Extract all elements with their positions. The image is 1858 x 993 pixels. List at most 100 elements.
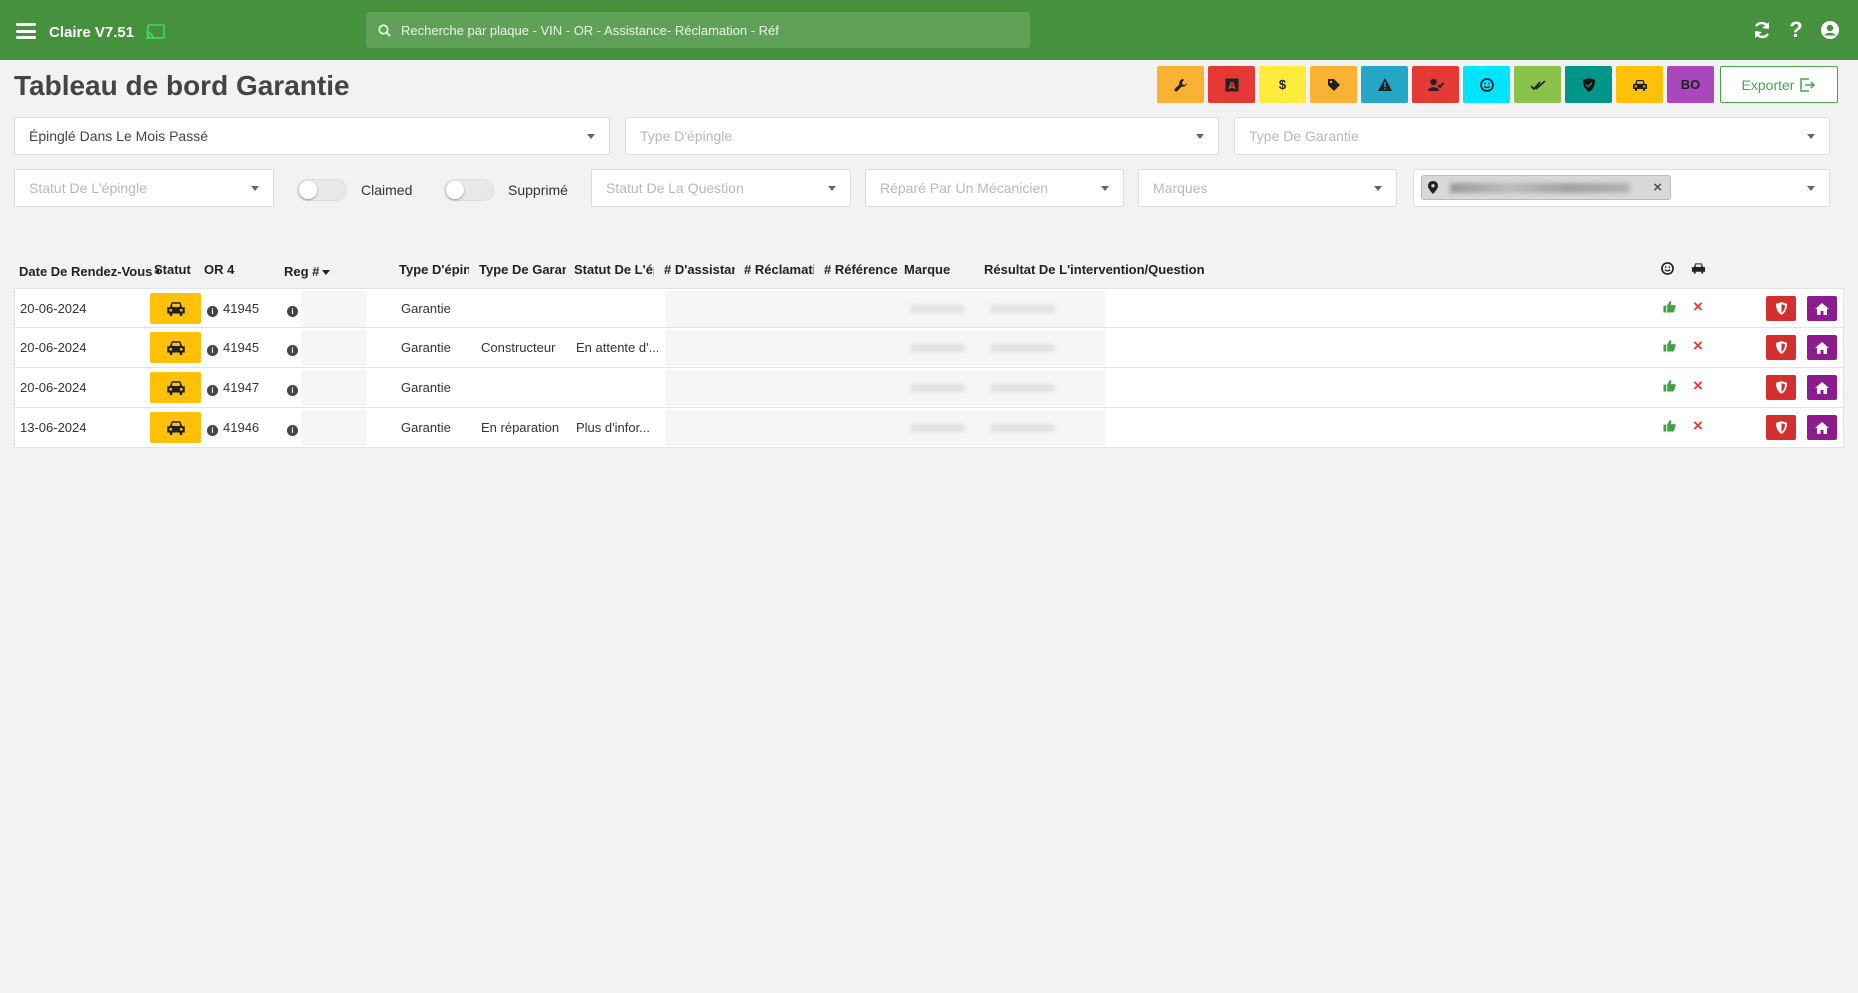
double-check-filter-button[interactable] (1514, 66, 1561, 103)
dollar-filter-button[interactable]: $ (1259, 66, 1306, 103)
info-icon[interactable]: i (207, 385, 218, 396)
chevron-down-icon (1807, 186, 1815, 191)
status-badge[interactable] (150, 412, 201, 443)
pin-type-select[interactable]: Type D'épingle (625, 117, 1219, 155)
bo-filter-button[interactable]: BO (1667, 66, 1714, 103)
warranty-type-placeholder: Type De Garantie (1249, 128, 1359, 144)
car-filter-button[interactable] (1616, 66, 1663, 103)
info-icon[interactable]: i (287, 306, 298, 317)
close-icon[interactable]: × (1693, 336, 1703, 356)
status-badge[interactable] (150, 332, 201, 363)
user-account-icon[interactable] (1820, 20, 1840, 40)
shield-filter-button[interactable] (1565, 66, 1612, 103)
warranty-shield-button[interactable] (1766, 415, 1796, 440)
car-icon (1632, 79, 1647, 91)
warranty-shield-button[interactable] (1766, 375, 1796, 400)
col-pin-status-header[interactable]: Statut De L'épingle (574, 262, 654, 277)
status-badge[interactable] (150, 372, 201, 403)
warning-icon (1377, 78, 1392, 91)
table-row[interactable]: 20-06-2024 i 41945 i Garantie Constructeu… (14, 328, 1844, 368)
question-status-select[interactable]: Statut De La Question (591, 169, 851, 207)
info-icon[interactable]: i (207, 425, 218, 436)
cell-or[interactable]: i 41945 (207, 340, 259, 356)
export-button[interactable]: Exporter (1720, 66, 1838, 103)
table-body: 20-06-2024 i 41945 i Garantie × 20-06-202… (14, 288, 1844, 448)
close-icon[interactable]: × (1693, 297, 1703, 317)
search-icon (378, 23, 391, 37)
help-icon[interactable]: ? (1786, 17, 1806, 42)
col-result-header[interactable]: Résultat De L'intervention/Question (984, 262, 1224, 277)
cell-pin-type: Garantie (401, 301, 451, 316)
hamburger-menu-icon[interactable] (16, 23, 36, 39)
dollar-icon: $ (1278, 77, 1287, 92)
home-icon (1815, 381, 1829, 394)
thumbs-up-icon[interactable] (1663, 339, 1676, 355)
info-icon[interactable]: i (287, 425, 298, 436)
col-assistance-header[interactable]: # D'assistance (664, 262, 735, 277)
col-reference-header[interactable]: # Référence (824, 262, 904, 277)
col-warranty-type-header[interactable]: Type De Garantie (479, 262, 566, 277)
thumbs-up-icon[interactable] (1663, 379, 1676, 395)
close-icon[interactable]: × (1693, 376, 1703, 396)
thumbs-up-icon[interactable] (1663, 419, 1676, 435)
table-row[interactable]: 20-06-2024 i 41947 i Garantie × (14, 368, 1844, 408)
home-button[interactable] (1807, 335, 1837, 360)
table-row[interactable]: 13-06-2024 i 41946 i Garantie En réparati… (14, 408, 1844, 448)
claimed-toggle[interactable] (297, 179, 347, 201)
result-redacted (990, 424, 1055, 432)
col-pin-type-header[interactable]: Type D'épingle (399, 262, 469, 277)
letter-a-filter-button[interactable]: A (1208, 66, 1255, 103)
brands-select[interactable]: Marques (1138, 169, 1397, 207)
status-badge[interactable] (150, 293, 201, 324)
warranty-shield-button[interactable] (1766, 335, 1796, 360)
home-icon (1815, 421, 1829, 434)
info-icon[interactable]: i (207, 306, 218, 317)
refresh-icon[interactable] (1752, 20, 1772, 40)
home-button[interactable] (1807, 375, 1837, 400)
cast-icon[interactable] (145, 24, 165, 40)
info-icon[interactable]: i (287, 385, 298, 396)
thumbs-up-icon[interactable] (1663, 300, 1676, 316)
warranty-shield-button[interactable] (1766, 296, 1796, 321)
sort-desc-icon (322, 270, 331, 276)
cell-or[interactable]: i 41946 (207, 420, 259, 436)
wrench-filter-button[interactable] (1157, 66, 1204, 103)
smiley-filter-button[interactable] (1463, 66, 1510, 103)
car-icon (166, 341, 185, 355)
repaired-by-select[interactable]: Réparé Par Un Mécanicien (865, 169, 1124, 207)
deleted-toggle[interactable] (444, 179, 494, 201)
info-icon[interactable]: i (287, 345, 298, 356)
pinned-period-value: Épinglé Dans Le Mois Passé (29, 128, 208, 144)
col-status-header[interactable]: Statut (154, 262, 194, 277)
car-icon (1691, 263, 1706, 274)
user-check-filter-button[interactable] (1412, 66, 1459, 103)
col-claim-header[interactable]: # Réclamation (744, 262, 814, 277)
col-or-header[interactable]: OR 4 (204, 262, 254, 277)
pinned-period-select[interactable]: Épinglé Dans Le Mois Passé (14, 117, 610, 155)
col-reg-header[interactable]: Reg # (284, 264, 344, 279)
cell-pin-status: En attente d'... (576, 340, 658, 355)
info-icon[interactable]: i (207, 345, 218, 356)
global-search[interactable] (366, 12, 1030, 48)
cell-date: 20-06-2024 (20, 301, 87, 316)
remove-chip-icon[interactable]: × (1653, 179, 1662, 196)
home-button[interactable] (1807, 415, 1837, 440)
warranty-type-select[interactable]: Type De Garantie (1234, 117, 1830, 155)
result-redacted (990, 384, 1055, 392)
cell-or[interactable]: i 41947 (207, 380, 259, 396)
close-icon[interactable]: × (1693, 416, 1703, 436)
home-button[interactable] (1807, 296, 1837, 321)
chevron-down-icon (828, 186, 836, 191)
col-brand-header[interactable]: Marque (904, 262, 964, 277)
pin-status-select[interactable]: Statut De L'épingle (14, 169, 274, 207)
tag-filter-button[interactable] (1310, 66, 1357, 103)
col-date-header[interactable]: Date De Rendez-Vous (19, 264, 159, 279)
table-row[interactable]: 20-06-2024 i 41945 i Garantie × (14, 288, 1844, 328)
search-input[interactable] (401, 22, 1001, 38)
warning-filter-button[interactable] (1361, 66, 1408, 103)
brand-redacted (910, 344, 965, 352)
shield-icon (1775, 381, 1787, 394)
cell-or[interactable]: i 41945 (207, 301, 259, 317)
car-icon (166, 421, 185, 435)
cell-warranty-type: En réparation (481, 420, 560, 435)
